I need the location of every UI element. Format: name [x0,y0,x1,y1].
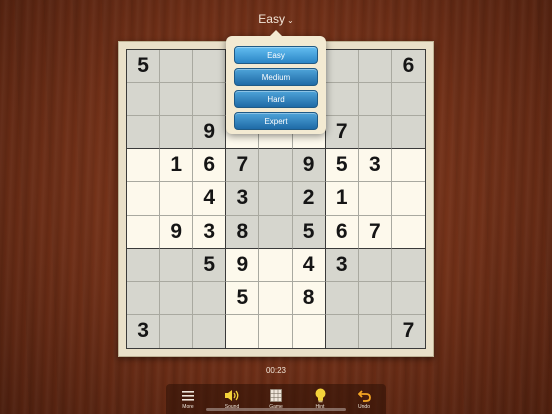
sudoku-cell[interactable]: 9 [292,149,326,183]
sudoku-cell[interactable] [127,182,161,216]
sudoku-cell[interactable]: 3 [325,248,359,282]
sudoku-cell[interactable]: 6 [325,215,359,249]
sudoku-cell[interactable]: 5 [325,149,359,183]
sudoku-cell[interactable]: 7 [391,314,425,348]
undo-button[interactable]: Undo [344,385,384,413]
sudoku-cell[interactable] [325,50,359,84]
sudoku-cell[interactable] [391,215,425,249]
sudoku-cell[interactable]: 4 [193,182,227,216]
sudoku-cell[interactable] [391,182,425,216]
sudoku-cell[interactable] [292,314,326,348]
sudoku-cell[interactable]: 5 [292,215,326,249]
speaker-icon [224,388,240,403]
sudoku-cell[interactable] [160,116,194,150]
sudoku-cell[interactable] [127,281,161,315]
sudoku-cell[interactable] [391,248,425,282]
sudoku-cell[interactable]: 5 [127,50,161,84]
sudoku-cell[interactable]: 9 [226,248,260,282]
sudoku-cell[interactable] [325,83,359,117]
menu-icon [182,388,194,403]
sudoku-cell[interactable] [193,83,227,117]
sudoku-cell[interactable] [391,83,425,117]
lightbulb-icon [315,388,326,403]
sudoku-cell[interactable] [358,50,392,84]
sudoku-cell[interactable] [193,281,227,315]
sudoku-cell[interactable] [358,182,392,216]
sudoku-cell[interactable] [160,281,194,315]
game-icon [270,388,282,403]
sudoku-cell[interactable] [127,248,161,282]
sudoku-cell[interactable]: 3 [127,314,161,348]
sudoku-cell[interactable] [259,281,293,315]
sudoku-cell[interactable] [127,149,161,183]
sudoku-cell[interactable]: 6 [391,50,425,84]
undo-label: Undo [358,404,370,410]
difficulty-menu: Easy Medium Hard Expert [226,30,326,134]
sudoku-cell[interactable] [160,83,194,117]
sudoku-cell[interactable]: 5 [193,248,227,282]
chevron-down-icon[interactable]: ⌄ [287,16,294,25]
sudoku-cell[interactable] [127,116,161,150]
sudoku-cell[interactable] [391,116,425,150]
sudoku-cell[interactable] [193,314,227,348]
game-timer: 00:23 [265,366,287,375]
difficulty-option-expert[interactable]: Expert [234,112,318,130]
sudoku-cell[interactable] [160,182,194,216]
difficulty-option-easy[interactable]: Easy [234,46,318,64]
sudoku-cell[interactable] [160,248,194,282]
sudoku-cell[interactable]: 9 [160,215,194,249]
sudoku-cell[interactable] [325,314,359,348]
sudoku-cell[interactable] [226,314,260,348]
more-label: More [182,404,194,410]
sudoku-cell[interactable] [259,314,293,348]
undo-icon [357,388,371,403]
sudoku-cell[interactable] [259,215,293,249]
sudoku-cell[interactable]: 9 [193,116,227,150]
sudoku-cell[interactable] [325,281,359,315]
sudoku-cell[interactable] [391,281,425,315]
sudoku-cell[interactable]: 7 [325,116,359,150]
sudoku-cell[interactable]: 7 [226,149,260,183]
more-button[interactable]: More [168,385,208,413]
sudoku-cell[interactable] [358,83,392,117]
home-indicator [206,408,346,411]
sudoku-cell[interactable] [358,314,392,348]
sudoku-cell[interactable]: 7 [358,215,392,249]
sudoku-cell[interactable] [160,314,194,348]
sudoku-cell[interactable] [358,116,392,150]
sudoku-cell[interactable]: 5 [226,281,260,315]
sudoku-cell[interactable] [358,248,392,282]
sudoku-cell[interactable] [259,248,293,282]
sudoku-cell[interactable] [127,83,161,117]
difficulty-option-medium[interactable]: Medium [234,68,318,86]
sudoku-cell[interactable]: 6 [193,149,227,183]
sudoku-cell[interactable] [259,149,293,183]
difficulty-option-hard[interactable]: Hard [234,90,318,108]
sudoku-cell[interactable]: 2 [292,182,326,216]
sudoku-cell[interactable] [391,149,425,183]
page-title[interactable]: Easy [258,12,285,26]
difficulty-selector[interactable]: Easy ⌄ [0,12,552,26]
sudoku-cell[interactable]: 8 [226,215,260,249]
sudoku-cell[interactable]: 3 [358,149,392,183]
sudoku-cell[interactable] [160,50,194,84]
sudoku-cell[interactable] [358,281,392,315]
sudoku-cell[interactable]: 3 [226,182,260,216]
sudoku-cell[interactable]: 1 [325,182,359,216]
sudoku-cell[interactable]: 8 [292,281,326,315]
sudoku-cell[interactable]: 4 [292,248,326,282]
sudoku-cell[interactable]: 1 [160,149,194,183]
sudoku-cell[interactable] [127,215,161,249]
sudoku-cell[interactable] [259,182,293,216]
sudoku-cell[interactable] [193,50,227,84]
sudoku-cell[interactable]: 3 [193,215,227,249]
